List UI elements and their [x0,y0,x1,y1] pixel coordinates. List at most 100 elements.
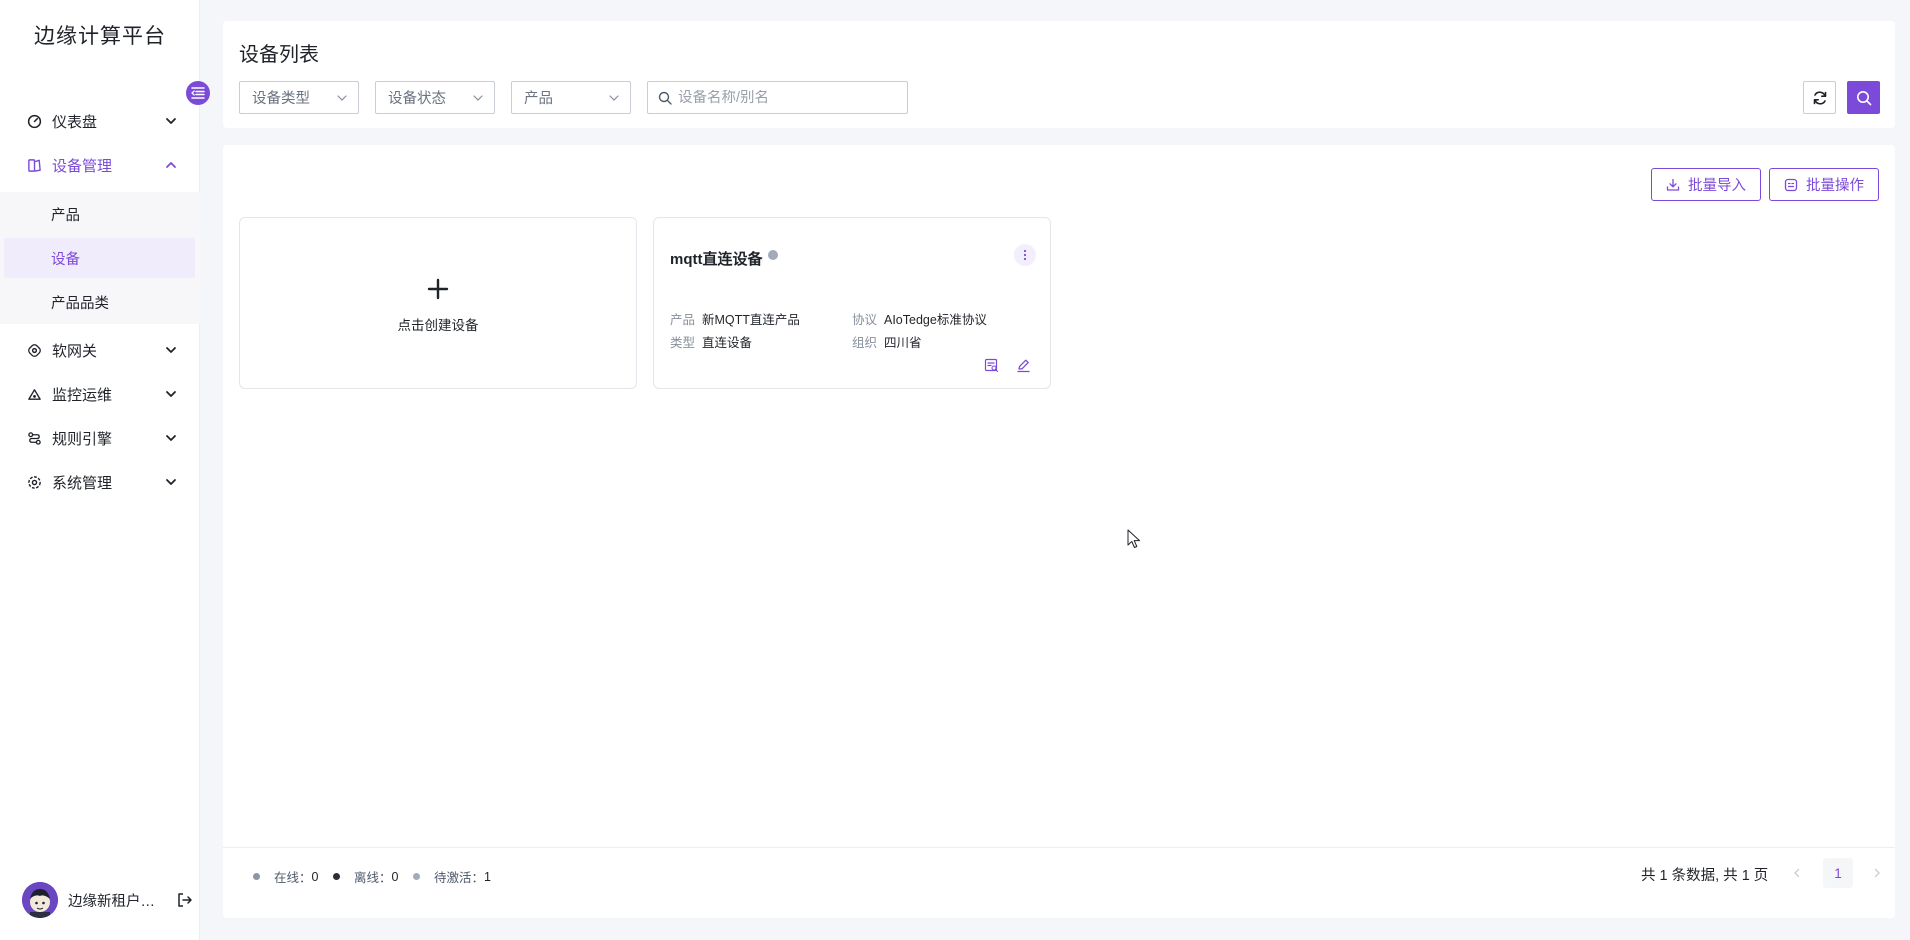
search-button[interactable] [1847,81,1880,114]
sidebar-collapse-button[interactable] [186,81,210,105]
menu-fold-icon [191,87,205,99]
sidebar-item-device-management[interactable]: 设备管理 [0,143,200,187]
sidebar: 边缘计算平台 仪表盘 设备管理 产品 设备 产品品类 软网关 监控运维 规则引擎… [0,0,200,940]
sidebar-item-monitor[interactable]: 监控运维 [0,372,200,416]
logout-icon[interactable] [176,891,194,909]
device-status-select[interactable]: 设备状态 [375,81,495,114]
legend-label: 在线： [274,871,312,885]
legend-pending: 待激活： 1 [413,867,491,886]
pagination-total: 共 1 条数据, 共 1 页 [1641,868,1769,884]
sidebar-item-label: 软网关 [52,342,98,360]
submenu-device-management: 产品 设备 产品品类 [0,192,200,324]
gateway-icon [26,342,42,358]
plus-icon [427,272,449,306]
settings-icon [26,474,42,490]
user-area: 边缘新租户管… [0,870,200,930]
product-select[interactable]: 产品 [511,81,631,114]
chevron-down-icon [473,95,483,101]
chevron-down-icon [166,391,176,397]
chevron-down-icon [166,118,176,124]
chevron-down-icon [609,95,619,101]
user-name: 边缘新租户管… [68,893,168,910]
sidebar-item-dashboard[interactable]: 仪表盘 [0,99,200,143]
legend-label: 离线： [354,871,392,885]
detail-button[interactable] [982,356,1000,374]
sidebar-item-label: 监控运维 [52,386,113,404]
more-button[interactable] [1014,244,1036,266]
device-type-select[interactable]: 设备类型 [239,81,359,114]
legend-label: 待激活： [434,871,485,885]
device-status-dot [768,250,778,260]
prev-page-button[interactable] [1783,858,1811,888]
search-field[interactable] [647,81,908,114]
chevron-up-icon [166,162,176,168]
search-icon [1856,90,1871,105]
select-placeholder: 设备类型 [252,91,310,107]
dashboard-icon [26,113,42,129]
avatar[interactable] [22,882,58,918]
device-list-panel: 批量导入 批量操作 点击创建设备 mqtt直连设备 产品 新MQTT直连产品 协… [223,145,1895,918]
online-dot [253,873,260,880]
batch-operation-button[interactable]: 批量操作 [1769,168,1879,201]
pending-dot [413,873,420,880]
sidebar-item-gateway[interactable]: 软网关 [0,328,200,372]
info-label-product: 产品 [670,313,696,327]
edit-button[interactable] [1014,356,1032,374]
detail-icon [984,358,998,372]
chevron-left-icon [1794,868,1800,878]
import-icon [1666,178,1680,191]
chevron-down-icon [166,347,176,353]
device-management-icon [26,157,42,173]
footer-divider [223,847,1895,848]
header-card: 设备列表 设备类型 设备状态 产品 [223,21,1895,128]
rule-engine-icon [26,430,42,446]
sidebar-item-label: 设备管理 [52,157,113,175]
more-vertical-icon [1023,249,1027,261]
refresh-icon [1813,90,1826,105]
sidebar-item-label: 系统管理 [52,474,113,492]
batch-import-button[interactable]: 批量导入 [1651,168,1761,201]
legend-count: 0 [311,869,319,884]
monitor-icon [26,386,42,402]
page-number[interactable]: 1 [1823,858,1853,888]
button-label: 批量导入 [1688,178,1746,194]
legend-count: 0 [391,869,399,884]
sidebar-item-product[interactable]: 产品 [4,194,195,234]
button-label: 批量操作 [1806,178,1864,194]
refresh-button[interactable] [1803,81,1836,114]
sidebar-item-product-category[interactable]: 产品品类 [4,282,195,322]
sidebar-item-label: 规则引擎 [52,430,113,448]
info-value-type: 直连设备 [702,336,753,350]
create-device-card[interactable]: 点击创建设备 [239,217,637,389]
app-title: 边缘计算平台 [34,25,166,48]
chevron-down-icon [337,95,347,101]
offline-dot [333,873,340,880]
page-title: 设备列表 [239,44,319,66]
mouse-cursor-icon [1127,529,1140,548]
edit-icon [1016,359,1030,372]
info-value-org: 四川省 [884,336,922,350]
sidebar-item-device[interactable]: 设备 [4,238,195,278]
search-icon [658,91,672,105]
select-placeholder: 设备状态 [388,91,446,107]
info-value-protocol: AIoTedge标准协议 [884,313,987,327]
legend-offline: 离线： 0 [333,867,398,886]
info-value-product: 新MQTT直连产品 [702,313,800,327]
info-label-type: 类型 [670,336,696,350]
create-device-label: 点击创建设备 [397,318,479,333]
search-input[interactable] [678,89,898,106]
batch-icon [1784,178,1798,191]
select-placeholder: 产品 [524,91,553,107]
device-card[interactable]: mqtt直连设备 产品 新MQTT直连产品 协议 AIoTedge标准协议 类型… [653,217,1051,389]
sidebar-item-system[interactable]: 系统管理 [0,460,200,504]
legend-count: 1 [484,869,491,884]
sidebar-item-label: 仪表盘 [52,113,98,131]
device-name: mqtt直连设备 [670,251,763,268]
info-label-protocol: 协议 [852,313,878,327]
legend-online: 在线： 0 [253,867,318,886]
chevron-down-icon [166,435,176,441]
chevron-down-icon [166,479,176,485]
sidebar-item-rule-engine[interactable]: 规则引擎 [0,416,200,460]
next-page-button[interactable] [1863,858,1891,888]
chevron-right-icon [1874,868,1880,878]
